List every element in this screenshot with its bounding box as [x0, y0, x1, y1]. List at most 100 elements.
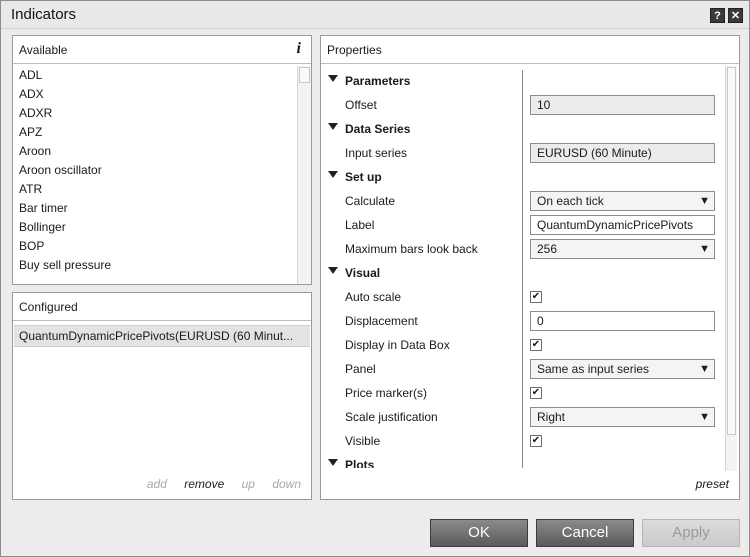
- list-item[interactable]: Aroon oscillator: [13, 161, 296, 180]
- prop-display-in-data-box: Display in Data Box ✔: [321, 333, 721, 357]
- offset-field[interactable]: 10: [530, 95, 715, 115]
- available-header: Available i: [13, 36, 311, 64]
- properties-header: Properties: [321, 36, 739, 64]
- up-link[interactable]: up: [242, 477, 255, 491]
- list-item[interactable]: ADX: [13, 85, 296, 104]
- help-icon[interactable]: ?: [710, 8, 725, 23]
- label-field[interactable]: QuantumDynamicPricePivots: [530, 215, 715, 235]
- list-item[interactable]: BOP: [13, 237, 296, 256]
- chevron-down-icon[interactable]: ▼: [699, 360, 710, 378]
- title-bar: Indicators ? ✕: [1, 1, 749, 29]
- data-box-checkbox[interactable]: ✔: [530, 339, 542, 351]
- available-panel: Available i ADL ADX ADXR APZ Aroon Aroon…: [12, 35, 312, 285]
- remove-link[interactable]: remove: [184, 477, 224, 491]
- collapse-arrow-icon[interactable]: [328, 75, 338, 82]
- down-link[interactable]: down: [272, 477, 301, 491]
- scale-justification-select[interactable]: Right ▼: [530, 407, 715, 427]
- prop-max-bars: Maximum bars look back 256 ▼: [321, 237, 721, 261]
- visible-checkbox[interactable]: ✔: [530, 435, 542, 447]
- collapse-arrow-icon[interactable]: [328, 171, 338, 178]
- category-label: Set up: [345, 170, 382, 184]
- select-value: Right: [537, 410, 566, 424]
- auto-scale-checkbox[interactable]: ✔: [530, 291, 542, 303]
- price-markers-checkbox[interactable]: ✔: [530, 387, 542, 399]
- category-label: Visual: [345, 266, 381, 280]
- prop-label: Input series: [345, 146, 408, 160]
- prop-input-series: Input series EURUSD (60 Minute): [321, 141, 721, 165]
- category-label: Data Series: [345, 122, 411, 136]
- prop-label: Visible: [345, 434, 381, 448]
- properties-scrollbar[interactable]: [725, 66, 737, 471]
- add-link[interactable]: add: [147, 477, 167, 491]
- displacement-field[interactable]: 0: [530, 311, 715, 331]
- list-item[interactable]: ADXR: [13, 104, 296, 123]
- prop-label: Maximum bars look back: [345, 242, 478, 256]
- ok-button[interactable]: OK: [430, 519, 528, 547]
- cancel-button[interactable]: Cancel: [536, 519, 634, 547]
- category-set-up[interactable]: Set up: [321, 165, 721, 189]
- category-data-series[interactable]: Data Series: [321, 117, 721, 141]
- category-label: Parameters: [345, 74, 411, 88]
- prop-label: Displacement: [345, 314, 418, 328]
- prop-auto-scale: Auto scale ✔: [321, 285, 721, 309]
- prop-scale-justification: Scale justification Right ▼: [321, 405, 721, 429]
- prop-price-markers: Price marker(s) ✔: [321, 381, 721, 405]
- properties-panel: Properties Parameters Offset 10 Data Ser…: [320, 35, 740, 500]
- available-scrollbar[interactable]: [297, 66, 311, 284]
- prop-label: Display in Data Box: [345, 338, 450, 352]
- prop-label: Calculate: [345, 194, 396, 208]
- configured-header: Configured: [13, 293, 311, 321]
- preset-link[interactable]: preset: [696, 477, 729, 491]
- select-value: On each tick: [537, 194, 604, 208]
- configured-title: Configured: [19, 300, 78, 314]
- prop-label: Offset: [345, 98, 377, 112]
- panel-select[interactable]: Same as input series ▼: [530, 359, 715, 379]
- window-title: Indicators: [11, 6, 77, 23]
- apply-button[interactable]: Apply: [642, 519, 740, 547]
- configured-item[interactable]: QuantumDynamicPricePivots(EURUSD (60 Min…: [14, 325, 310, 347]
- prop-calculate: Calculate On each tick ▼: [321, 189, 721, 213]
- category-plots[interactable]: Plots: [321, 453, 721, 468]
- properties-title: Properties: [327, 43, 382, 57]
- chevron-down-icon[interactable]: ▼: [699, 192, 710, 210]
- select-value: Same as input series: [537, 362, 650, 376]
- indicators-dialog: Indicators ? ✕ Available i ADL ADX ADXR …: [0, 0, 750, 557]
- list-item[interactable]: ADL: [13, 66, 296, 85]
- prop-label: Price marker(s): [345, 386, 428, 400]
- scroll-thumb[interactable]: [727, 67, 736, 435]
- prop-visible: Visible ✔: [321, 429, 721, 453]
- input-series-field[interactable]: EURUSD (60 Minute): [530, 143, 715, 163]
- chevron-down-icon[interactable]: ▼: [699, 408, 710, 426]
- collapse-arrow-icon[interactable]: [328, 123, 338, 130]
- configured-panel: Configured QuantumDynamicPricePivots(EUR…: [12, 292, 312, 500]
- list-item[interactable]: Bar timer: [13, 199, 296, 218]
- close-icon[interactable]: ✕: [728, 8, 743, 23]
- prop-label: Scale justification: [345, 410, 438, 424]
- chevron-down-icon[interactable]: ▼: [699, 240, 710, 258]
- prop-label: Panel: [345, 362, 376, 376]
- list-item[interactable]: APZ: [13, 123, 296, 142]
- category-visual[interactable]: Visual: [321, 261, 721, 285]
- list-item[interactable]: ATR: [13, 180, 296, 199]
- prop-panel: Panel Same as input series ▼: [321, 357, 721, 381]
- prop-label: Label: [345, 218, 375, 232]
- category-label: Plots: [345, 458, 375, 468]
- select-value: 256: [537, 242, 558, 256]
- info-icon[interactable]: i: [297, 40, 301, 58]
- list-item[interactable]: Aroon: [13, 142, 296, 161]
- category-parameters[interactable]: Parameters: [321, 69, 721, 93]
- calculate-select[interactable]: On each tick ▼: [530, 191, 715, 211]
- configured-actions: add remove up down: [133, 477, 301, 491]
- prop-label-row: Label QuantumDynamicPricePivots: [321, 213, 721, 237]
- scroll-thumb[interactable]: [299, 67, 310, 83]
- list-item[interactable]: Buy sell pressure: [13, 256, 296, 275]
- collapse-arrow-icon[interactable]: [328, 267, 338, 274]
- prop-label: Auto scale: [345, 290, 402, 304]
- available-list: ADL ADX ADXR APZ Aroon Aroon oscillator …: [13, 66, 296, 275]
- list-item[interactable]: Bollinger: [13, 218, 296, 237]
- available-title: Available: [19, 43, 68, 57]
- collapse-arrow-icon[interactable]: [328, 459, 338, 466]
- prop-offset: Offset 10: [321, 93, 721, 117]
- prop-displacement: Displacement 0: [321, 309, 721, 333]
- max-bars-select[interactable]: 256 ▼: [530, 239, 715, 259]
